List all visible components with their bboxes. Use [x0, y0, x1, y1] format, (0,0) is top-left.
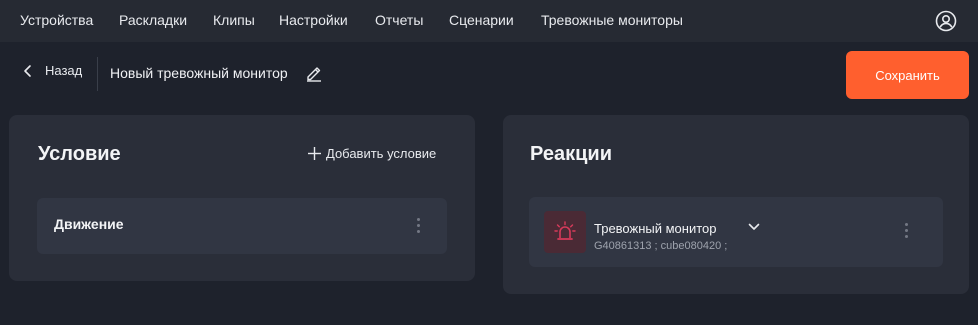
condition-panel: Условие Добавить условие Движение — [9, 115, 475, 281]
user-circle-icon[interactable] — [935, 10, 957, 32]
more-vertical-icon[interactable] — [417, 218, 421, 234]
reaction-item-devices: G40861313 ; cube080420 ; — [594, 240, 728, 252]
nav-item-layouts[interactable]: Раскладки — [119, 12, 187, 28]
nav-item-alarm-monitors[interactable]: Тревожные мониторы — [541, 12, 683, 28]
nav-item-clips[interactable]: Клипы — [213, 12, 255, 28]
edit-pencil-icon[interactable] — [305, 64, 323, 82]
header-divider — [97, 57, 98, 91]
page-title: Новый тревожный монитор — [110, 65, 288, 81]
chevron-left-icon — [24, 64, 31, 77]
back-button[interactable]: Назад — [22, 63, 82, 78]
top-navigation: Устройства Раскладки Клипы Настройки Отч… — [0, 0, 978, 42]
nav-item-reports[interactable]: Отчеты — [375, 12, 423, 28]
add-condition-label: Добавить условие — [326, 146, 437, 161]
nav-item-settings[interactable]: Настройки — [279, 12, 348, 28]
nav-item-scenarios[interactable]: Сценарии — [449, 12, 514, 28]
condition-item[interactable]: Движение — [37, 198, 447, 254]
reaction-item[interactable]: Тревожный монитор G40861313 ; cube080420… — [529, 197, 943, 267]
condition-item-label: Движение — [54, 216, 124, 232]
reactions-panel-title: Реакции — [530, 143, 612, 165]
more-vertical-icon[interactable] — [905, 223, 909, 239]
alarm-light-icon — [554, 221, 576, 240]
chevron-down-icon[interactable] — [748, 222, 760, 232]
condition-panel-title: Условие — [38, 143, 121, 165]
add-condition-button[interactable]: Добавить условие — [307, 146, 436, 161]
reaction-icon-box — [544, 211, 586, 253]
back-label: Назад — [45, 63, 83, 78]
plus-icon — [308, 147, 321, 160]
reaction-item-title: Тревожный монитор — [594, 221, 717, 236]
save-button[interactable]: Сохранить — [846, 51, 969, 99]
reactions-panel: Реакции Тревожный монитор G40861313 ; cu… — [503, 115, 969, 294]
nav-item-devices[interactable]: Устройства — [20, 12, 93, 28]
